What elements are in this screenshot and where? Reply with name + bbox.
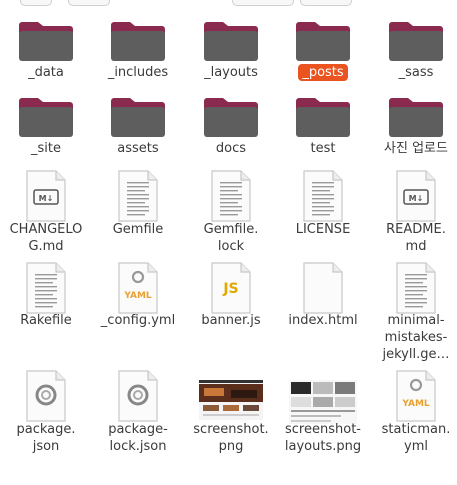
file-name-label: Rakefile — [20, 313, 72, 328]
html-file-icon — [303, 262, 343, 318]
file-name-label: Gemfile. lock — [203, 222, 259, 254]
file-name-label: _site — [31, 141, 61, 156]
file-item[interactable]: LICENSE — [277, 0, 369, 485]
json-file-icon — [26, 370, 66, 426]
file-item[interactable]: JS banner.js — [185, 0, 277, 485]
svg-text:YAML: YAML — [401, 399, 430, 409]
folder-icon — [203, 92, 259, 142]
file-item[interactable]: Gemfile. lock — [185, 0, 277, 485]
folder-icon — [18, 92, 74, 142]
file-item[interactable]: test — [277, 0, 369, 485]
text-file-icon — [396, 262, 436, 318]
file-name-label: LICENSE — [295, 222, 351, 237]
file-item[interactable]: 사진 업로드 — [370, 0, 457, 485]
image-thumbnail-icon — [199, 380, 263, 424]
file-name-label: CHANGELO G.md — [9, 222, 83, 254]
file-name-label: _config.yml — [100, 313, 176, 328]
file-item[interactable]: YAML _config.yml — [92, 0, 184, 485]
markdown-file-icon: M↓ — [396, 170, 436, 226]
folder-icon — [203, 16, 259, 66]
file-name-label: screenshot-layouts.png — [284, 422, 362, 454]
file-item[interactable]: M↓ CHANGELO G.md — [0, 0, 92, 485]
file-name-label: screenshot. png — [193, 422, 269, 454]
json-file-icon — [118, 370, 158, 426]
file-name-label: _layouts — [204, 65, 258, 80]
folder-icon — [388, 92, 444, 142]
file-item[interactable]: _includes — [92, 0, 184, 485]
file-item[interactable]: screenshot-layouts.png — [277, 0, 369, 485]
svg-text:YAML: YAML — [123, 291, 152, 301]
file-item[interactable]: _layouts — [185, 0, 277, 485]
file-name-label: _sass — [398, 65, 434, 80]
svg-text:M↓: M↓ — [409, 194, 424, 203]
text-file-icon — [118, 170, 158, 226]
file-name-label: _includes — [107, 65, 169, 80]
file-item[interactable]: _data — [0, 0, 92, 485]
folder-icon — [295, 92, 351, 142]
file-name-label: index.html — [288, 313, 358, 328]
file-item[interactable]: M↓ README. md — [370, 0, 457, 485]
text-file-icon — [303, 170, 343, 226]
svg-text:M↓: M↓ — [39, 194, 54, 203]
yaml-file-icon: YAML — [396, 370, 436, 426]
file-item[interactable]: package. json — [0, 0, 92, 485]
file-name-label: _data — [28, 65, 64, 80]
file-name-label: staticman. yml — [381, 422, 451, 454]
file-item[interactable]: screenshot. png — [185, 0, 277, 485]
file-name-label: assets — [117, 141, 159, 156]
file-item[interactable]: _sass — [370, 0, 457, 485]
text-file-icon — [211, 170, 251, 226]
file-name-label: minimal-mistakes-jekyll.ge… — [382, 313, 450, 362]
markdown-file-icon: M↓ — [26, 170, 66, 226]
yaml-file-icon: YAML — [118, 262, 158, 318]
file-item[interactable]: _posts — [277, 0, 369, 485]
file-name-label: _posts — [277, 64, 369, 81]
svg-text:JS: JS — [222, 281, 238, 297]
folder-icon — [18, 16, 74, 66]
file-name-label: package. json — [16, 422, 76, 454]
file-name-label: 사진 업로드 — [384, 141, 448, 156]
text-file-icon — [26, 262, 66, 318]
file-name-label: README. md — [386, 222, 446, 254]
file-item[interactable]: YAML staticman. yml — [370, 0, 457, 485]
file-item[interactable]: index.html — [277, 0, 369, 485]
file-item[interactable]: Gemfile — [92, 0, 184, 485]
file-item[interactable]: package-lock.json — [92, 0, 184, 485]
folder-icon — [388, 16, 444, 66]
file-grid: _data _includes _layouts _posts _sass _s… — [0, 0, 457, 485]
folder-icon — [295, 16, 351, 66]
file-item[interactable]: assets — [92, 0, 184, 485]
folder-icon — [110, 16, 166, 66]
file-name-label: Gemfile — [112, 222, 164, 237]
file-name-label: test — [310, 141, 336, 156]
file-name-label: package-lock.json — [108, 422, 168, 454]
file-item[interactable]: _site — [0, 0, 92, 485]
file-item[interactable]: Rakefile — [0, 0, 92, 485]
file-name-label: banner.js — [201, 313, 261, 328]
file-item[interactable]: minimal-mistakes-jekyll.ge… — [370, 0, 457, 485]
file-item[interactable]: docs — [185, 0, 277, 485]
image-thumbnail-icon — [289, 380, 357, 428]
file-name-label: docs — [215, 141, 247, 156]
folder-icon — [110, 92, 166, 142]
javascript-file-icon: JS — [211, 262, 251, 318]
